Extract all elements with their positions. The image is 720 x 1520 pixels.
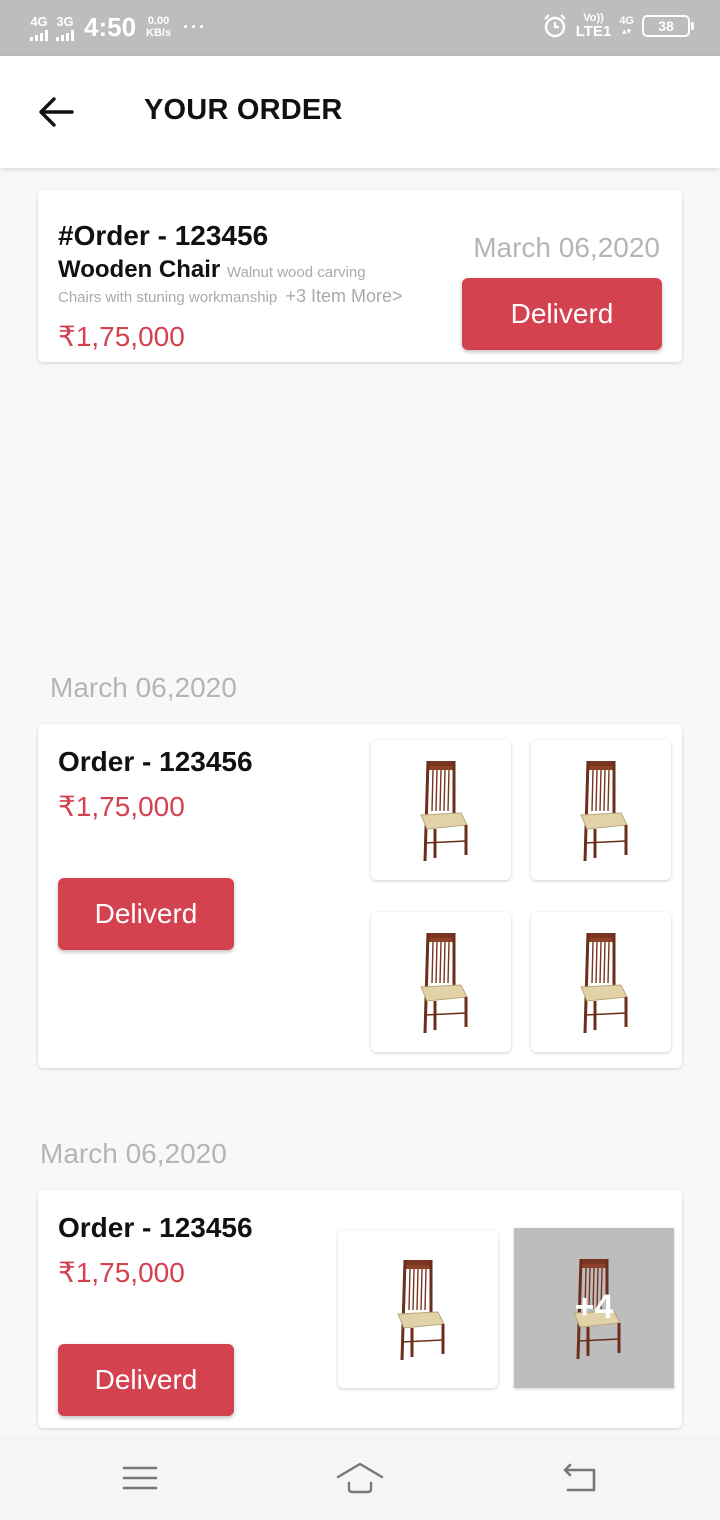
status-time: 4:50 <box>84 12 137 42</box>
order-id: #Order - 123456 <box>58 220 269 251</box>
app-bar: YOUR ORDER <box>0 56 720 168</box>
home-button[interactable] <box>330 1456 390 1500</box>
recent-apps-button[interactable] <box>110 1456 170 1500</box>
order-id: Order - 123456 <box>58 1212 253 1243</box>
extra-items-count: +4 <box>574 1287 614 1326</box>
battery-icon: 38 <box>642 15 694 37</box>
product-thumbnail[interactable] <box>531 740 671 880</box>
network-speed-unit: KB/s <box>146 26 172 39</box>
chair-icon <box>571 757 631 863</box>
mobile-data-icon: 4G ▴▾ <box>619 15 634 36</box>
order-id: Order - 123456 <box>58 746 253 777</box>
more-products-thumbnail[interactable]: +4 <box>514 1228 674 1388</box>
order-card[interactable]: Order - 123456 ₹1,75,000 Deliverd <box>38 724 682 1068</box>
network-speed-value: 0.00 <box>147 14 170 27</box>
sim2-network-label: 3G <box>56 13 74 29</box>
system-back-button[interactable] <box>550 1456 610 1500</box>
status-bar: 4G 3G 4:50 0.00 KB/s ··· Vo)) LTE1 4G ▴▾… <box>0 0 720 56</box>
product-thumbnail[interactable] <box>371 740 511 880</box>
sim2-signal-icon: 3G <box>56 15 74 41</box>
order-group-date: March 06,2020 <box>50 672 237 703</box>
chair-icon <box>571 929 631 1035</box>
product-thumbnail[interactable] <box>531 912 671 1052</box>
more-items-link[interactable]: +3 Item More> <box>285 286 402 306</box>
delivered-status-button[interactable]: Deliverd <box>58 1344 234 1416</box>
more-notifications-icon: ··· <box>183 17 208 37</box>
product-description: Chairs with stuning workmanship <box>58 289 278 306</box>
battery-level: 38 <box>658 18 674 34</box>
arrow-left-icon <box>39 97 74 127</box>
order-card[interactable]: Order - 123456 ₹1,75,000 Deliverd +4 <box>38 1190 682 1428</box>
product-thumbnail[interactable] <box>338 1230 498 1388</box>
product-title: Wooden Chair Walnut wood carving <box>58 256 366 284</box>
page-title: YOUR ORDER <box>144 94 343 126</box>
back-button[interactable] <box>36 92 76 132</box>
order-summary-card[interactable]: #Order - 123456 Wooden Chair Walnut wood… <box>38 190 682 362</box>
product-description-row: Chairs with stuning workmanship +3 Item … <box>58 286 403 307</box>
order-price: ₹1,75,000 <box>58 1257 185 1288</box>
sim1-signal-icon: 4G <box>30 15 48 41</box>
system-navigation-bar <box>0 1436 720 1520</box>
order-date: March 06,2020 <box>473 232 660 263</box>
chair-icon <box>388 1256 448 1362</box>
volte-bottom-label: LTE1 <box>575 23 612 40</box>
back-icon <box>563 1463 596 1492</box>
menu-icon <box>122 1466 158 1490</box>
order-group-date: March 06,2020 <box>40 1138 227 1169</box>
home-icon <box>336 1462 384 1494</box>
order-price: ₹1,75,000 <box>58 321 185 352</box>
product-name: Wooden Chair <box>58 256 221 283</box>
product-thumbnail[interactable] <box>371 912 511 1052</box>
product-subtitle: Walnut wood carving <box>226 264 366 281</box>
order-price: ₹1,75,000 <box>58 791 185 822</box>
chair-icon <box>411 929 471 1035</box>
volte-icon: Vo)) LTE1 <box>575 13 612 40</box>
alarm-icon <box>543 14 566 38</box>
chair-icon <box>411 757 471 863</box>
sim1-network-label: 4G <box>30 13 48 29</box>
network-speed: 0.00 KB/s <box>146 14 172 39</box>
delivered-status-button[interactable]: Deliverd <box>58 878 234 950</box>
delivered-status-button[interactable]: Deliverd <box>462 278 662 350</box>
